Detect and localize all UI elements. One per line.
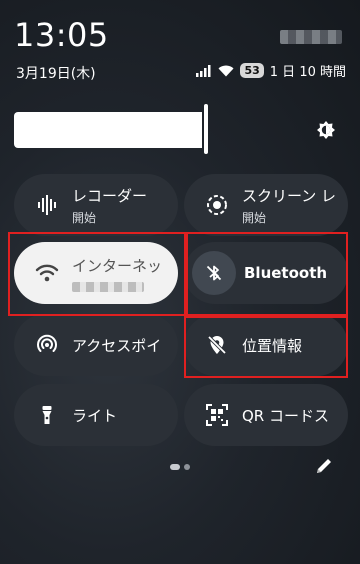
tile-flashlight[interactable]: ライト [14, 384, 178, 446]
battery-remaining: 1 日 10 時間 [269, 65, 346, 80]
page-indicator [170, 464, 190, 470]
tile-screen-record-label: スクリーン レ [242, 186, 337, 205]
page-dot-active [170, 464, 180, 470]
clock-time: 13:05 [14, 16, 109, 54]
highlight-box-location [184, 316, 348, 378]
status-icons: 53 1 日 10 時間 [196, 61, 346, 80]
brightness-slider-fill[interactable] [14, 112, 202, 148]
tile-recorder-label: レコーダー [72, 186, 148, 205]
tile-hotspot[interactable]: アクセスポイ [14, 314, 178, 376]
edit-icon[interactable] [314, 456, 334, 476]
carrier-redacted [280, 30, 342, 44]
tile-qr-scan-label: QR コードス [242, 406, 329, 425]
tile-flashlight-label: ライト [72, 406, 118, 425]
flashlight-icon [22, 404, 72, 426]
wifi-status-icon [218, 65, 234, 76]
brightness-icon[interactable] [316, 120, 336, 140]
screen-record-icon [192, 194, 242, 216]
qr-scan-icon [192, 404, 242, 426]
tile-recorder[interactable]: レコーダー 開始 [14, 174, 178, 236]
brightness-slider-thumb[interactable] [204, 104, 208, 154]
hotspot-icon [22, 334, 72, 356]
waveform-icon [22, 194, 72, 216]
signal-icon [196, 64, 211, 77]
tile-hotspot-label: アクセスポイ [72, 336, 162, 355]
tile-qr-scan[interactable]: QR コードス [184, 384, 348, 446]
highlight-box-bluetooth [184, 232, 348, 316]
page-dot [184, 464, 190, 470]
tile-recorder-sub: 開始 [72, 210, 97, 225]
tile-screen-record[interactable]: スクリーン レ 開始 [184, 174, 348, 236]
highlight-box-internet [8, 232, 188, 316]
date-label: 3月19日(木) [16, 66, 96, 82]
tile-screen-record-sub: 開始 [242, 210, 267, 225]
battery-badge: 53 [240, 63, 264, 78]
